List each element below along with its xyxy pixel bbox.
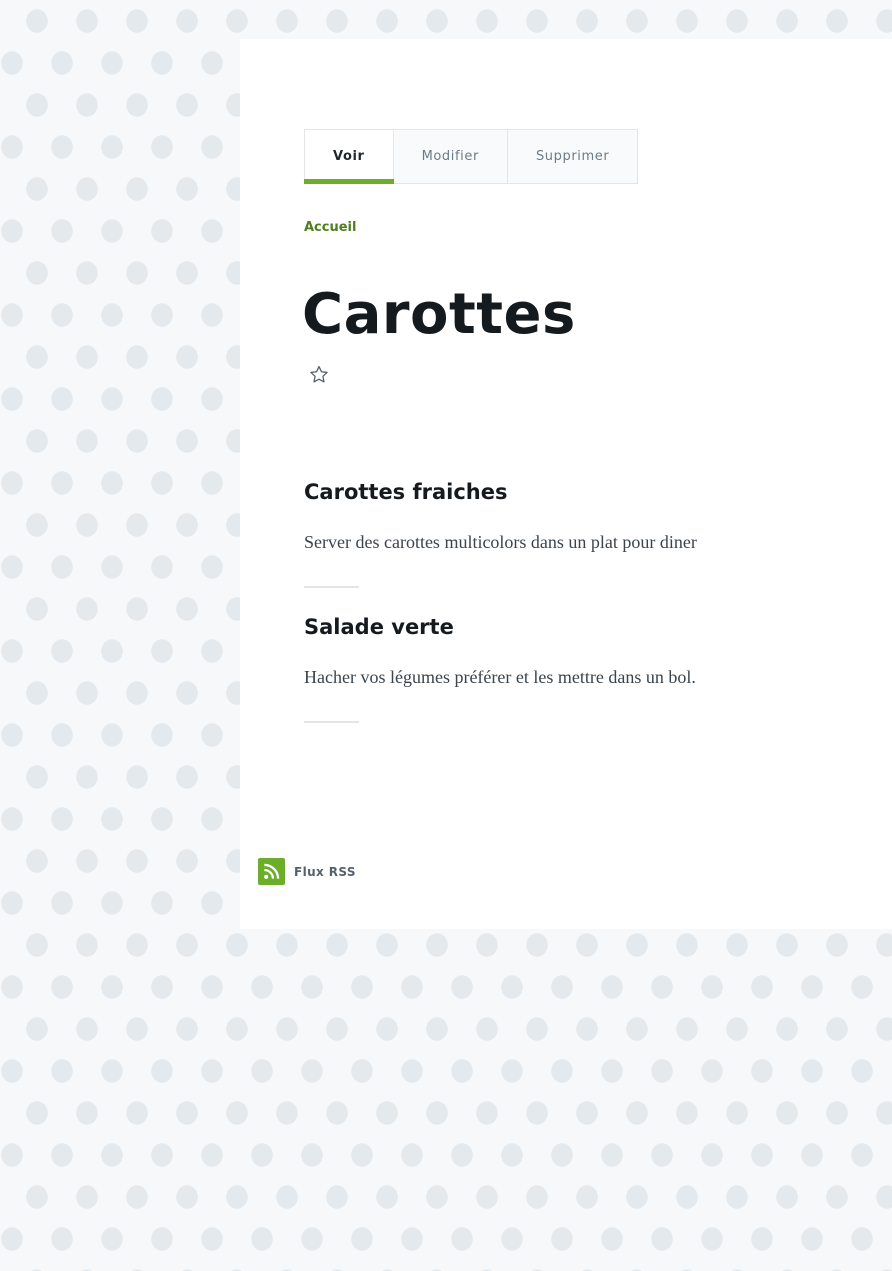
rss-icon	[258, 858, 285, 885]
section-divider	[304, 586, 359, 588]
section-body: Server des carottes multicolors dans un …	[304, 532, 697, 552]
tab-edit[interactable]: Modifier	[394, 130, 508, 183]
star-outline-icon[interactable]	[308, 364, 330, 386]
rss-feed-label: Flux RSS	[294, 864, 356, 879]
section-heading: Carottes fraiches	[304, 480, 508, 504]
recipe-section: Salade verte Hacher vos légumes préférer…	[304, 615, 824, 723]
local-tasks-tabs: Voir Modifier Supprimer	[304, 129, 639, 184]
main-content: Voir Modifier Supprimer Accueil Carottes…	[240, 39, 892, 929]
breadcrumb-home-link[interactable]: Accueil	[304, 220, 356, 235]
tab-delete[interactable]: Supprimer	[508, 130, 637, 183]
tab-view[interactable]: Voir	[304, 130, 394, 184]
page-title: Carottes	[302, 282, 576, 347]
section-divider	[304, 721, 359, 723]
section-body: Hacher vos légumes préférer et les mettr…	[304, 667, 696, 687]
section-heading: Salade verte	[304, 615, 454, 639]
recipe-section: Carottes fraiches Server des carottes mu…	[304, 480, 824, 588]
rss-feed-link[interactable]: Flux RSS	[258, 858, 356, 885]
